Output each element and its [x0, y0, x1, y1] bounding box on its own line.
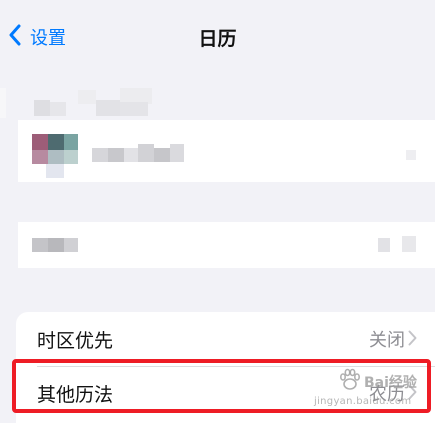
obscured-account-row[interactable]	[18, 120, 435, 182]
paw-icon	[339, 368, 360, 390]
watermark-url: jingyan.baidu.com	[314, 396, 412, 407]
navigation-bar: 设置 日历	[0, 0, 435, 78]
calendar-settings-screen: 设置 日历 时区优先 关闭 其他历法 农历 Bai经验 jingyan.baid…	[0, 0, 435, 423]
time-zone-override-value: 关闭	[369, 330, 405, 351]
obscured-account-row[interactable]	[18, 222, 435, 268]
obscured-account-header	[0, 88, 435, 118]
time-zone-override-row[interactable]: 时区优先 关闭	[16, 312, 435, 366]
baidu-jingyan-watermark: Bai经验 jingyan.baidu.com	[314, 366, 418, 416]
page-title: 日历	[198, 28, 237, 50]
watermark-brand: Bai经验	[364, 375, 417, 391]
chevron-right-icon	[408, 330, 417, 346]
time-zone-override-label: 时区优先	[37, 329, 114, 352]
